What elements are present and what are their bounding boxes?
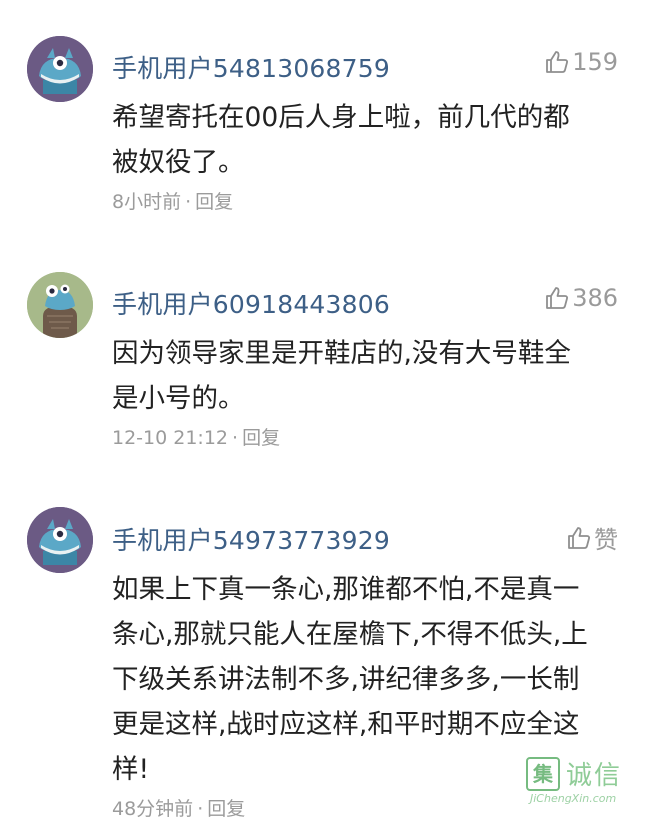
comment-text: 希望寄托在00后人身上啦，前几代的都 被奴役了。 [112,95,622,185]
like-button[interactable]: 386 [544,284,618,312]
meta-separator: · [232,427,239,449]
comment-line: 被奴役了。 [112,147,245,178]
watermark-box-char: 集 [526,756,560,791]
watermark-cn-text: 诚信 [566,761,623,791]
comment-line: 如果上下真一条心,那谁都不怕,不是真一 [112,574,580,605]
monster-avatar-icon [27,507,93,573]
watermark-url: JiChengXin.com [530,792,617,805]
comment-meta: 12-10 21:12 · 回复 [112,423,280,450]
meta-separator: · [185,191,192,213]
thumbs-up-icon [546,51,569,73]
monster-avatar-icon [27,36,93,102]
comment-meta: 48分钟前 · 回复 [112,794,245,821]
timestamp: 8小时前 [112,191,182,213]
reply-button[interactable]: 回复 [242,427,280,449]
watermark-logo: 集 诚信 JiChengXin.com [526,755,644,805]
username[interactable]: 手机用户54813068759 [112,49,390,85]
comment-line: 条心,那就只能人在屋檐下,不得不低头,上 [112,619,588,650]
meta-separator: · [197,798,204,820]
reply-button[interactable]: 回复 [195,191,233,213]
timestamp: 12-10 21:12 [112,427,229,449]
avatar[interactable] [27,507,93,573]
username[interactable]: 手机用户60918443806 [112,285,390,321]
avatar[interactable] [27,272,93,338]
comment-line: 希望寄托在00后人身上啦，前几代的都 [112,102,570,133]
thumbs-up-icon [546,287,569,309]
username[interactable]: 手机用户54973773929 [112,521,390,557]
like-button[interactable]: 159 [544,48,618,76]
comment-line: 下级关系讲法制不多,讲纪律多多,一长制 [112,664,580,695]
thumbs-up-icon [568,526,590,549]
comment-line: 因为领导家里是开鞋店的,没有大号鞋全 [112,338,571,369]
comment-line: 是小号的。 [112,383,245,414]
comment-text: 因为领导家里是开鞋店的,没有大号鞋全 是小号的。 [112,331,622,421]
comment-line: 更是这样,战时应这样,和平时期不应全这 [112,709,580,740]
monster-avatar-icon [27,272,93,338]
avatar[interactable] [27,36,93,102]
like-label: 赞 [594,526,618,554]
watermark-top: 集 诚信 [526,755,644,792]
timestamp: 48分钟前 [112,798,194,820]
comment-meta: 8小时前 · 回复 [112,187,233,214]
like-count: 159 [572,48,618,76]
like-button[interactable]: 赞 [566,520,618,555]
reply-button[interactable]: 回复 [207,798,245,820]
like-count: 386 [572,284,618,312]
